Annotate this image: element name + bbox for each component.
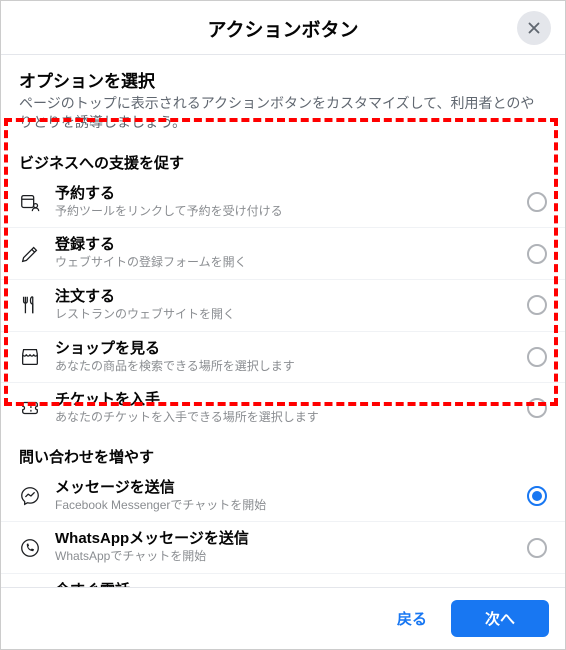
option-register[interactable]: 登録する ウェブサイトの登録フォームを開く (1, 228, 565, 280)
intro-section: オプションを選択 ページのトップに表示されるアクションボタンをカスタマイズして、… (1, 55, 565, 140)
option-book[interactable]: 予約する 予約ツールをリンクして予約を受け付ける (1, 177, 565, 229)
ticket-icon (19, 397, 49, 419)
pencil-icon (19, 243, 49, 265)
close-button[interactable] (517, 11, 551, 45)
option-desc: Facebook Messengerでチャットを開始 (55, 498, 527, 514)
option-text: チケットを入手 あなたのチケットを入手できる場所を選択します (49, 391, 527, 426)
dialog-content: オプションを選択 ページのトップに表示されるアクションボタンをカスタマイズして、… (1, 55, 565, 587)
utensils-icon (19, 294, 49, 316)
radio-button[interactable] (527, 398, 547, 418)
radio-button[interactable] (527, 295, 547, 315)
section-contact: 問い合わせを増やす メッセージを送信 Facebook Messengerでチャ… (1, 434, 565, 587)
dialog-header: アクションボタン (1, 1, 565, 55)
option-label: WhatsAppメッセージを送信 (55, 530, 527, 548)
back-button[interactable]: 戻る (383, 600, 441, 637)
option-text: メッセージを送信 Facebook Messengerでチャットを開始 (49, 479, 527, 514)
option-desc: レストランのウェブサイトを開く (55, 307, 527, 323)
option-label: チケットを入手 (55, 391, 527, 409)
option-ticket[interactable]: チケットを入手 あなたのチケットを入手できる場所を選択します (1, 383, 565, 434)
option-call[interactable]: 今すぐ電話 通話を開始 (1, 574, 565, 587)
option-text: WhatsAppメッセージを送信 WhatsAppでチャットを開始 (49, 530, 527, 565)
option-text: 注文する レストランのウェブサイトを開く (49, 288, 527, 323)
option-label: ショップを見る (55, 340, 527, 358)
option-shop[interactable]: ショップを見る あなたの商品を検索できる場所を選択します (1, 332, 565, 384)
section-title: 問い合わせを増やす (1, 440, 565, 471)
option-messenger[interactable]: メッセージを送信 Facebook Messengerでチャットを開始 (1, 471, 565, 523)
option-text: 予約する 予約ツールをリンクして予約を受け付ける (49, 185, 527, 220)
option-desc: あなたのチケットを入手できる場所を選択します (55, 410, 527, 426)
option-desc: ウェブサイトの登録フォームを開く (55, 255, 527, 271)
intro-title: オプションを選択 (19, 67, 547, 92)
shop-icon (19, 346, 49, 368)
radio-button[interactable] (527, 538, 547, 558)
option-text: 登録する ウェブサイトの登録フォームを開く (49, 236, 527, 271)
option-label: 登録する (55, 236, 527, 254)
option-label: メッセージを送信 (55, 479, 527, 497)
option-whatsapp[interactable]: WhatsAppメッセージを送信 WhatsAppでチャットを開始 (1, 522, 565, 574)
radio-button[interactable] (527, 347, 547, 367)
option-text: ショップを見る あなたの商品を検索できる場所を選択します (49, 340, 527, 375)
calendar-user-icon (19, 191, 49, 213)
option-label: 注文する (55, 288, 527, 306)
option-order[interactable]: 注文する レストランのウェブサイトを開く (1, 280, 565, 332)
option-desc: あなたの商品を検索できる場所を選択します (55, 359, 527, 375)
dialog-title: アクションボタン (1, 15, 565, 42)
next-button[interactable]: 次へ (451, 600, 549, 637)
dialog-footer: 戻る 次へ (1, 587, 565, 649)
whatsapp-icon (19, 537, 49, 559)
section-business-support: ビジネスへの支援を促す 予約する 予約ツールをリンクして予約を受け付ける 登録す… (1, 140, 565, 434)
radio-button[interactable] (527, 486, 547, 506)
radio-button[interactable] (527, 244, 547, 264)
intro-desc: ページのトップに表示されるアクションボタンをカスタマイズして、利用者とのやりとり… (19, 94, 547, 132)
option-label: 予約する (55, 185, 527, 203)
messenger-icon (19, 485, 49, 507)
section-title: ビジネスへの支援を促す (1, 146, 565, 177)
action-button-dialog: アクションボタン オプションを選択 ページのトップに表示されるアクションボタンを… (0, 0, 566, 650)
radio-button[interactable] (527, 192, 547, 212)
option-desc: 予約ツールをリンクして予約を受け付ける (55, 204, 527, 220)
option-desc: WhatsAppでチャットを開始 (55, 549, 527, 565)
close-icon (525, 19, 543, 37)
